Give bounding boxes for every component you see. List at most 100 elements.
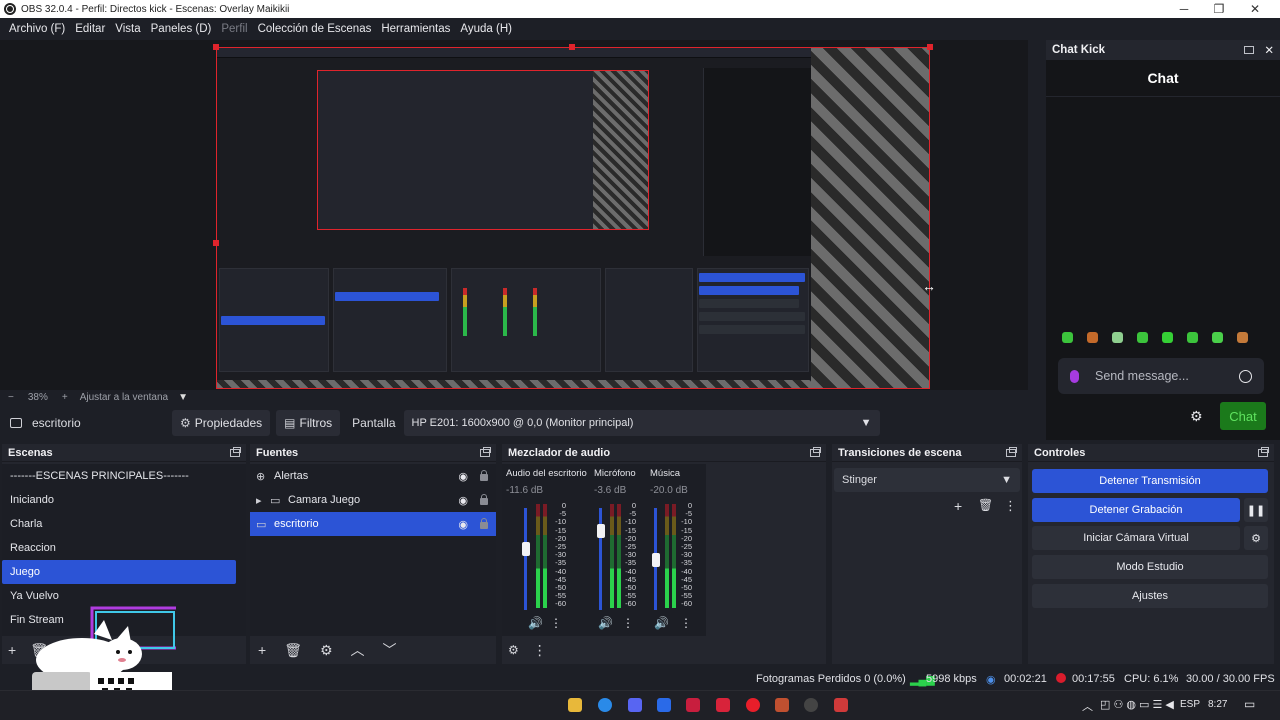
fader-knob[interactable] [522, 542, 530, 556]
popout-icon[interactable] [480, 446, 491, 457]
language-indicator[interactable]: ESP [1180, 699, 1200, 710]
stop-stream-button[interactable]: Detener Transmisión [1032, 469, 1268, 493]
zoom-in-button[interactable]: + [62, 392, 68, 403]
microphone-icon[interactable] [1070, 369, 1079, 383]
preview-area[interactable]: ↔ [0, 40, 1028, 390]
app-icon[interactable] [775, 698, 789, 712]
emoji-icon[interactable] [1239, 369, 1252, 383]
zoom-dropdown-icon[interactable]: ▼ [178, 392, 188, 403]
fit-window-label[interactable]: Ajustar a la ventana [80, 392, 168, 403]
clock[interactable]: 8:27 [1208, 699, 1227, 710]
eye-icon[interactable]: ◉ [458, 494, 468, 507]
close-icon[interactable]: ✕ [1264, 43, 1274, 57]
menu-tools[interactable]: Herramientas [376, 23, 455, 35]
transition-select[interactable]: Stinger ▼ [834, 468, 1020, 492]
eye-icon[interactable]: ◉ [458, 470, 468, 483]
expand-icon[interactable]: ▸ [256, 494, 270, 507]
speaker-icon[interactable]: 🔊 [528, 616, 543, 630]
fader-knob[interactable] [652, 553, 660, 567]
emote-icon[interactable] [1212, 332, 1223, 343]
add-source-button[interactable]: + [258, 642, 266, 658]
speaker-icon[interactable]: 🔊 [654, 616, 669, 630]
maximize-button[interactable]: ❐ [1201, 0, 1237, 18]
audio-settings-icon[interactable]: ⚙ [508, 643, 519, 657]
app-icon[interactable] [746, 698, 760, 712]
file-explorer-icon[interactable] [568, 698, 582, 712]
obs-icon[interactable] [804, 698, 818, 712]
popout-icon[interactable] [810, 446, 821, 457]
more-options-icon[interactable]: ⋮ [680, 616, 692, 630]
chrome-icon[interactable] [598, 698, 612, 712]
gear-icon[interactable]: ⚙ [1190, 408, 1203, 425]
scene-item[interactable]: Ya Vuelvo [2, 584, 246, 608]
move-down-icon[interactable]: ﹀ [383, 640, 397, 660]
lock-icon[interactable] [480, 518, 488, 529]
trash-icon[interactable]: 🗑 [284, 642, 302, 659]
fader-knob[interactable] [597, 524, 605, 538]
menu-docks[interactable]: Paneles (D) [146, 23, 217, 35]
more-options-icon[interactable]: ⋮ [622, 616, 634, 630]
popout-icon[interactable] [1006, 446, 1017, 457]
more-options-icon[interactable]: ⋮ [533, 642, 547, 659]
gear-icon[interactable]: ⚙ [1244, 526, 1268, 550]
close-button[interactable]: ✕ [1237, 0, 1273, 18]
menu-file[interactable]: Archivo (F) [4, 23, 70, 35]
scene-item-selected[interactable]: Juego [2, 560, 236, 584]
eye-icon[interactable]: ◉ [458, 518, 468, 531]
scene-item[interactable]: Iniciando [2, 488, 246, 512]
emote-icon[interactable] [1112, 332, 1123, 343]
source-item[interactable]: ▸ ▭ Camara Juego ◉ [250, 488, 496, 512]
emote-icon[interactable] [1187, 332, 1198, 343]
emote-icon[interactable] [1162, 332, 1173, 343]
chat-message-input[interactable]: Send message... [1058, 358, 1264, 394]
pause-icon[interactable]: ❚❚ [1244, 498, 1268, 522]
lock-icon[interactable] [480, 494, 488, 505]
emote-icon[interactable] [1062, 332, 1073, 343]
emote-icon[interactable] [1087, 332, 1098, 343]
stop-recording-button[interactable]: Detener Grabación [1032, 498, 1240, 522]
app-icon[interactable] [834, 698, 848, 712]
filters-button[interactable]: ▤ Filtros [276, 410, 341, 436]
notification-icon[interactable]: ▭ [1244, 697, 1255, 711]
source-item-selected[interactable]: ▭ escritorio ◉ [250, 512, 496, 536]
tray-chevron-icon[interactable]: ︿ [1082, 698, 1093, 714]
popout-icon[interactable] [1258, 446, 1269, 457]
minimize-button[interactable]: ─ [1166, 0, 1202, 18]
discord-icon[interactable] [628, 698, 642, 712]
scene-item[interactable]: Charla [2, 512, 246, 536]
popout-icon[interactable] [230, 446, 241, 457]
gear-icon[interactable]: ⚙ [320, 642, 333, 659]
popout-icon[interactable] [1244, 46, 1255, 54]
scene-item[interactable]: -------ESCENAS PRINCIPALES------- [2, 464, 246, 488]
scene-item[interactable]: Reaccion [2, 536, 246, 560]
properties-button[interactable]: ⚙ Propiedades [172, 410, 271, 436]
resize-handle[interactable] [927, 44, 933, 50]
lock-icon[interactable] [480, 470, 488, 481]
screen-select[interactable]: HP E201: 1600x900 @ 0,0 (Monitor princip… [403, 410, 880, 436]
chat-send-button[interactable]: Chat [1220, 402, 1266, 430]
source-item[interactable]: ⊕ Alertas ◉ [250, 464, 496, 488]
app-icon[interactable] [686, 698, 700, 712]
menu-view[interactable]: Vista [110, 23, 145, 35]
emote-icon[interactable] [1237, 332, 1248, 343]
menu-profile[interactable]: Perfil [216, 23, 252, 35]
resize-handle[interactable] [213, 44, 219, 50]
app-icon[interactable] [657, 698, 671, 712]
trash-icon[interactable]: 🗑 [978, 498, 993, 512]
studio-mode-button[interactable]: Modo Estudio [1032, 555, 1268, 579]
preview-canvas[interactable] [216, 47, 930, 389]
resize-handle[interactable] [213, 240, 219, 246]
move-up-icon[interactable]: ︿ [351, 640, 365, 660]
emote-icon[interactable] [1137, 332, 1148, 343]
resize-handle[interactable] [569, 44, 575, 50]
more-options-icon[interactable]: ⋮ [1004, 498, 1017, 514]
volume-fader[interactable] [524, 508, 527, 610]
menu-edit[interactable]: Editar [70, 23, 110, 35]
adobe-icon[interactable] [716, 698, 730, 712]
more-options-icon[interactable]: ⋮ [550, 616, 562, 630]
settings-button[interactable]: Ajustes [1032, 584, 1268, 608]
speaker-icon[interactable]: 🔊 [598, 616, 613, 630]
zoom-out-button[interactable]: − [8, 392, 14, 403]
menu-scene-collection[interactable]: Colección de Escenas [253, 23, 377, 35]
menu-help[interactable]: Ayuda (H) [455, 23, 517, 35]
